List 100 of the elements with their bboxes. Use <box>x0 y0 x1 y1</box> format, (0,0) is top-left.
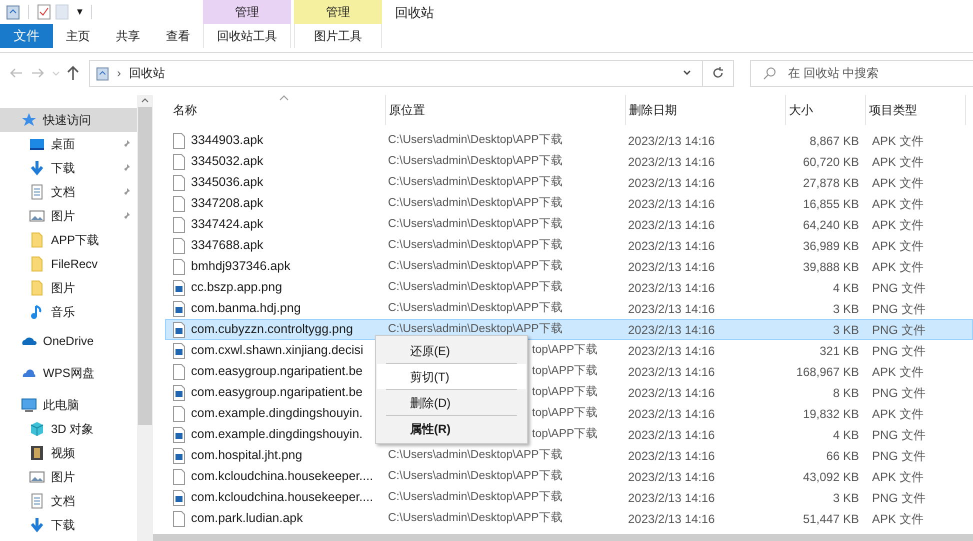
sidebar-item[interactable]: 文档 <box>0 489 137 513</box>
file-name: com.cubyzzn.controltygg.png <box>191 321 353 338</box>
type-cell: PNG 文件 <box>872 322 926 336</box>
customize-dropdown[interactable]: ▾ <box>73 4 87 20</box>
ribbon-tab[interactable]: 查看 <box>153 24 203 48</box>
date-cell-text: 2023/2/13 14:16 <box>628 322 716 338</box>
menu-item[interactable]: 删除(D) <box>377 390 526 415</box>
type-cell: APK 文件 <box>872 260 924 274</box>
type-cell: APK 文件 <box>872 238 924 252</box>
file-name: com.cxwl.shawn.xinjiang.decisi <box>191 342 364 360</box>
file-name: com.easygroup.ngaripatient.be <box>191 384 363 402</box>
sidebar-item[interactable]: 音乐 <box>0 300 137 324</box>
file-name: bmhdj937346.apk <box>191 258 290 276</box>
date-cell-text: 2023/2/13 14:16 <box>628 280 716 296</box>
date-cell-text: 2023/2/13 14:16 <box>628 426 716 444</box>
size-cell-text: 3 KB <box>832 490 859 506</box>
size-cell-text: 64,240 KB <box>802 216 859 234</box>
file-name: com.kcloudchina.housekeeper.... <box>191 489 374 506</box>
file-name: com.hospital.jht.png <box>191 447 302 464</box>
sidebar-item[interactable]: APP下载 <box>0 228 137 252</box>
address-bar[interactable]: › 回收站 <box>89 60 734 86</box>
size-cell-text: 3 KB <box>832 322 859 338</box>
ribbon-tab[interactable]: 图片工具 <box>294 24 382 48</box>
column-header[interactable]: 原位置 <box>386 95 626 125</box>
date-cell-text: 2023/2/13 14:16 <box>628 364 716 380</box>
menu-item[interactable]: 还原(E) <box>377 338 526 363</box>
sidebar-item[interactable]: 下载 <box>0 156 137 180</box>
type-cell: PNG 文件 <box>872 280 926 294</box>
column-header[interactable]: 删除日期 <box>626 95 786 125</box>
type-cell: APK 文件 <box>872 512 924 526</box>
ribbon-tab[interactable]: 回收站工具 <box>203 24 291 48</box>
file-tab[interactable]: 文件 <box>0 24 53 48</box>
size-cell-text: 60,720 KB <box>802 154 859 170</box>
location-cell-text: C:\Users\admin\Desktop\APP下载 <box>388 490 563 505</box>
sidebar-item[interactable]: 视频 <box>0 441 137 465</box>
date-cell-text: 2023/2/13 14:16 <box>628 196 716 212</box>
column-header[interactable]: 项目类型 <box>866 95 966 125</box>
size-cell-text: 39,888 KB <box>802 258 859 276</box>
sidebar-item[interactable]: 图片 <box>0 465 137 489</box>
sidebar-item[interactable]: 图片 <box>0 204 137 228</box>
date-cell-text: 2023/2/13 14:16 <box>628 490 716 506</box>
location-cell-text: C:\Users\admin\Desktop\APP下载 <box>388 132 563 148</box>
menu-item[interactable]: 属性(R) <box>377 416 526 441</box>
date-cell-text: 2023/2/13 14:16 <box>628 300 716 318</box>
size-cell-text: 8 KB <box>832 384 859 402</box>
date-cell-text: 2023/2/13 14:16 <box>628 384 716 402</box>
size-cell-text: 4 KB <box>832 426 859 444</box>
type-cell: PNG 文件 <box>872 302 926 316</box>
sidebar-item[interactable]: 3D 对象 <box>0 417 137 441</box>
sidebar-item[interactable]: 文档 <box>0 180 137 204</box>
ribbon-tab[interactable]: 主页 <box>53 24 103 48</box>
context-tab-group: 管理 <box>294 0 382 24</box>
size-cell-text: 27,878 KB <box>802 174 859 192</box>
sidebar-item[interactable]: 桌面 <box>0 132 137 156</box>
sidebar-item[interactable]: 下载 <box>0 513 137 537</box>
location-cell-text: C:\Users\admin\Desktop\APP下载 <box>388 154 563 169</box>
size-cell-text: 19,832 KB <box>802 406 859 422</box>
sidebar-item[interactable]: 图片 <box>0 276 137 300</box>
type-cell: PNG 文件 <box>872 428 926 442</box>
column-header[interactable]: 大小 <box>786 95 866 125</box>
date-cell-text: 2023/2/13 14:16 <box>628 448 716 464</box>
file-name: com.example.dingdingshouyin. <box>191 405 363 422</box>
ribbon-tab[interactable]: 共享 <box>103 24 153 48</box>
file-name: com.kcloudchina.housekeeper.... <box>191 468 374 486</box>
date-cell-text: 2023/2/13 14:16 <box>628 510 716 528</box>
size-cell-text: 321 KB <box>820 342 859 360</box>
location-cell-text: C:\Users\admin\Desktop\APP下载 <box>388 448 563 463</box>
selected-file-row[interactable]: com.cubyzzn.controltygg.png C:\Users\admin\Desktop\APP下载 2023/2/13 14:16 3 KB PNG 文件 <box>165 319 973 340</box>
search-field[interactable]: 在 回收站 中搜索 <box>750 60 973 86</box>
type-cell: APK 文件 <box>872 364 924 378</box>
file-name: com.easygroup.ngaripatient.be <box>191 363 363 380</box>
breadcrumb-item[interactable]: 回收站 <box>129 64 165 82</box>
location-cell-text: top\APP下载 <box>532 342 598 358</box>
date-cell-text: 2023/2/13 14:16 <box>628 132 716 150</box>
file-name: 3347688.apk <box>191 237 264 254</box>
type-cell: APK 文件 <box>872 406 924 420</box>
location-cell-text: C:\Users\admin\Desktop\APP下载 <box>388 468 563 484</box>
sidebar-item[interactable]: OneDrive <box>0 329 137 353</box>
date-cell-text: 2023/2/13 14:16 <box>628 342 716 360</box>
date-cell-text: 2023/2/13 14:16 <box>628 258 716 276</box>
size-cell-text: 43,092 KB <box>802 468 859 486</box>
file-name: 3345036.apk <box>191 174 264 192</box>
sidebar-item[interactable]: 此电脑 <box>0 393 137 417</box>
sidebar-item[interactable]: 快速访问 <box>0 108 137 132</box>
sidebar-item[interactable]: FileRecv <box>0 252 137 276</box>
type-cell: APK 文件 <box>872 470 924 484</box>
location-cell-text: top\APP下载 <box>532 426 598 442</box>
location-cell-text: C:\Users\admin\Desktop\APP下载 <box>388 280 563 295</box>
file-name: com.example.dingdingshouyin. <box>191 426 363 444</box>
column-header[interactable]: 名称 <box>153 95 386 125</box>
location-cell-text: C:\Users\admin\Desktop\APP下载 <box>388 238 563 253</box>
location-cell-text: C:\Users\admin\Desktop\APP下载 <box>388 258 563 274</box>
date-cell-text: 2023/2/13 14:16 <box>628 468 716 486</box>
size-cell-text: 3 KB <box>832 300 859 318</box>
size-cell-text: 16,855 KB <box>802 196 859 212</box>
type-cell: APK 文件 <box>872 176 924 190</box>
date-cell-text: 2023/2/13 14:16 <box>628 174 716 192</box>
sidebar-item[interactable]: WPS网盘 <box>0 361 137 385</box>
location-cell-text: top\APP下载 <box>532 364 598 379</box>
menu-item[interactable]: 剪切(T) <box>377 364 526 389</box>
